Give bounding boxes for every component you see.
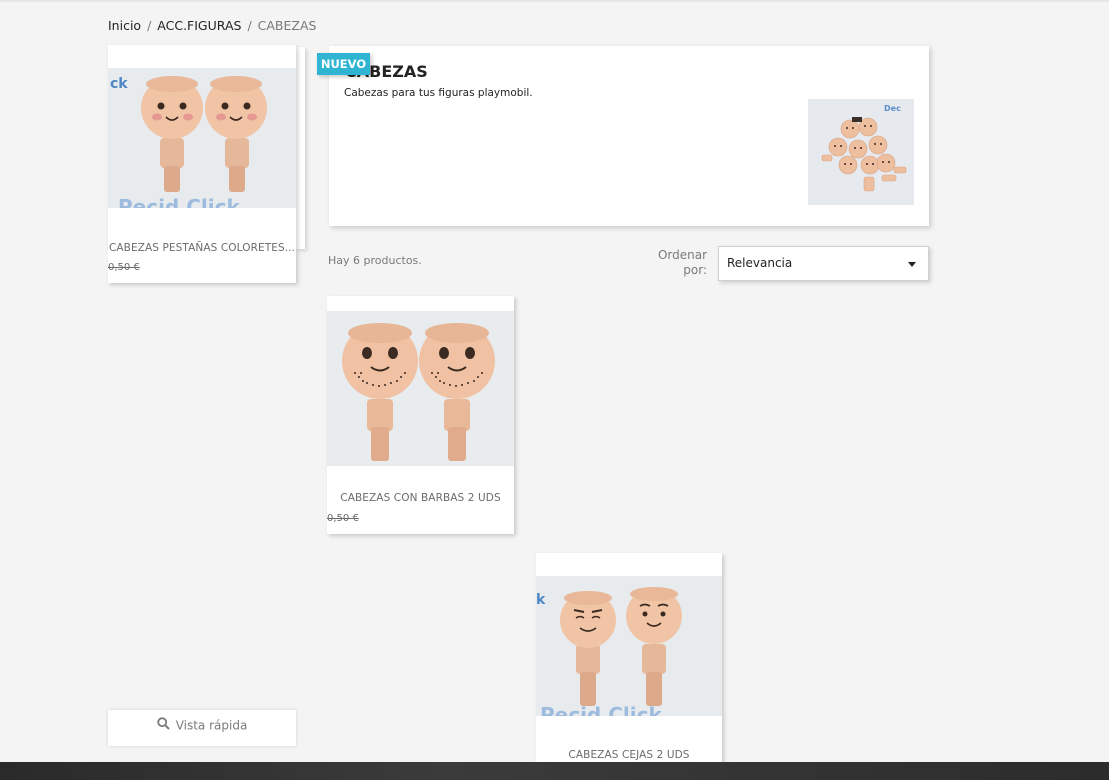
quick-view-button[interactable]: Vista rápida — [108, 710, 296, 746]
sort-label: Ordenar por: — [657, 248, 707, 277]
product-card-cejas[interactable]: k Pecid Click CABEZAS CEJAS 2 UDS — [536, 553, 722, 768]
product-title-cejas[interactable]: CABEZAS CEJAS 2 UDS — [536, 749, 722, 761]
category-header: CABEZAS Cabezas para tus figuras playmob… — [329, 46, 929, 226]
svg-text:Dec: Dec — [884, 104, 901, 113]
footer-bar — [0, 762, 1109, 780]
top-divider — [0, 0, 1109, 2]
quick-view-label: Vista rápida — [175, 718, 248, 733]
category-description: Cabezas para tus figuras playmobil. — [344, 87, 533, 99]
product-image-barbas[interactable] — [327, 311, 514, 466]
svg-text:ck: ck — [110, 76, 128, 92]
caret-down-icon — [908, 262, 916, 267]
product-image-cejas[interactable]: k Pecid Click — [536, 576, 722, 716]
sort-selected-value: Relevancia — [727, 256, 793, 270]
breadcrumb: Inicio / ACC.FIGURAS / CABEZAS — [108, 18, 316, 33]
product-card-stack-edge — [296, 47, 305, 249]
product-title-barbas[interactable]: CABEZAS CON BARBAS 2 UDS — [327, 492, 514, 504]
product-card-pestanas[interactable]: ck Pecid Click CABEZAS PESTAÑAS COLORETE… — [108, 45, 296, 283]
product-card-barbas[interactable]: CABEZAS CON BARBAS 2 UDS 0,50 € — [327, 296, 514, 534]
svg-text:Pecid Click: Pecid Click — [540, 703, 662, 716]
breadcrumb-separator: / — [247, 18, 252, 33]
breadcrumb-current: CABEZAS — [257, 18, 317, 33]
sort-dropdown[interactable]: Relevancia — [718, 246, 929, 281]
product-image-pestanas[interactable]: ck Pecid Click — [108, 68, 296, 208]
breadcrumb-home-link[interactable]: Inicio — [108, 18, 141, 33]
svg-text:k: k — [536, 592, 546, 608]
category-image: Dec — [808, 99, 914, 205]
breadcrumb-separator: / — [147, 18, 152, 33]
svg-text:Pecid Click: Pecid Click — [118, 195, 240, 208]
product-count: Hay 6 productos. — [328, 254, 422, 267]
product-title-pestanas[interactable]: CABEZAS PESTAÑAS COLORETES... — [108, 242, 296, 254]
product-price-barbas: 0,50 € — [327, 513, 359, 524]
new-badge: NUEVO — [317, 53, 370, 75]
search-icon — [156, 711, 170, 741]
product-price-pestanas: 0,50 € — [108, 262, 140, 273]
breadcrumb-acc-figuras-link[interactable]: ACC.FIGURAS — [157, 18, 241, 33]
